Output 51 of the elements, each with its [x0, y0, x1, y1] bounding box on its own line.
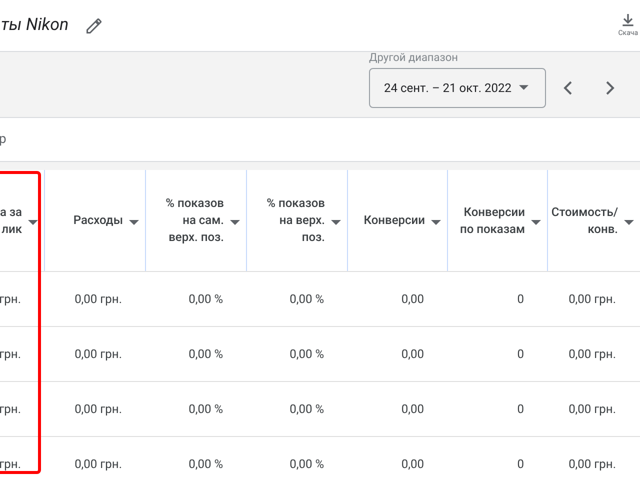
previous-icon[interactable] [562, 80, 574, 96]
table-cell-text: 0,00 % [188, 401, 223, 418]
table-cell-text: 0 [517, 291, 524, 308]
table-cell-text: 0,00 % [188, 456, 223, 473]
table-cell-text: 0,00 % [188, 291, 223, 308]
dropdown-caret-icon[interactable] [431, 220, 441, 226]
table-cell-text: 0 [517, 401, 524, 418]
table-cell-text: грн. [0, 346, 21, 363]
column-header[interactable]: % показов на верх. поз. [266, 195, 325, 246]
table-cell-text: 0,00 % [290, 346, 324, 363]
table-cell-text: 0,00 [401, 456, 424, 473]
table-cell-text: 0,00 % [290, 401, 324, 418]
caret-icon [519, 85, 529, 91]
column-header[interactable]: Конверсии по показам [460, 204, 525, 238]
table-cell-text: 0,00 % [290, 291, 324, 308]
table-cell-text: 0,00 [401, 291, 424, 308]
column-header[interactable]: Стоимость/ конв. [551, 204, 618, 238]
dropdown-caret-icon[interactable] [129, 220, 139, 226]
table-cell-text: 0,00 % [188, 346, 223, 363]
dropdown-caret-icon[interactable] [28, 220, 38, 226]
table-cell-text: 0,00 грн. [568, 456, 616, 473]
table-cell-text: 0,00 [401, 401, 424, 418]
pencil-icon[interactable] [84, 16, 103, 34]
table-cell-text: 0,00 грн. [74, 346, 122, 363]
table-cell-text: 0 [517, 346, 524, 363]
date-range-dropdown[interactable]: 24 сент. – 21 окт. 2022 [369, 68, 546, 108]
table-cell-text: 0,00 грн. [568, 401, 616, 418]
column-header[interactable]: % показов на сам. верх. поз. [166, 195, 224, 246]
table-cell-text: 0,00 грн. [74, 456, 122, 473]
table-cell-text: 0,00 грн. [74, 291, 122, 308]
table-cell-text: 0,00 % [290, 456, 324, 473]
table-cell-text: грн. [0, 401, 21, 418]
dropdown-caret-icon[interactable] [624, 220, 634, 226]
dropdown-caret-icon[interactable] [230, 220, 240, 226]
table-cell-text: 0,00 [401, 346, 424, 363]
dropdown-caret-icon[interactable] [531, 220, 541, 226]
table-cell-text: 0,00 грн. [568, 346, 616, 363]
dropdown-caret-icon[interactable] [331, 220, 341, 226]
table-cell-text: 0,00 грн. [568, 291, 616, 308]
column-header[interactable]: а за лик [0, 204, 22, 238]
next-icon[interactable] [604, 80, 616, 96]
page-title: ты Nikon [1, 14, 69, 37]
table-cell-text: грн. [0, 456, 21, 473]
table-cell-text: грн. [0, 291, 21, 308]
table-cell-text: 0,00 грн. [74, 401, 122, 418]
table-cell-text: 0 [517, 456, 524, 473]
column-header[interactable]: Конверсии [364, 212, 425, 229]
filter-text[interactable]: р [0, 130, 6, 150]
date-range-label: Другой диапазон [369, 50, 459, 66]
column-header[interactable]: Расходы [73, 212, 123, 229]
download-icon[interactable] [620, 12, 636, 28]
